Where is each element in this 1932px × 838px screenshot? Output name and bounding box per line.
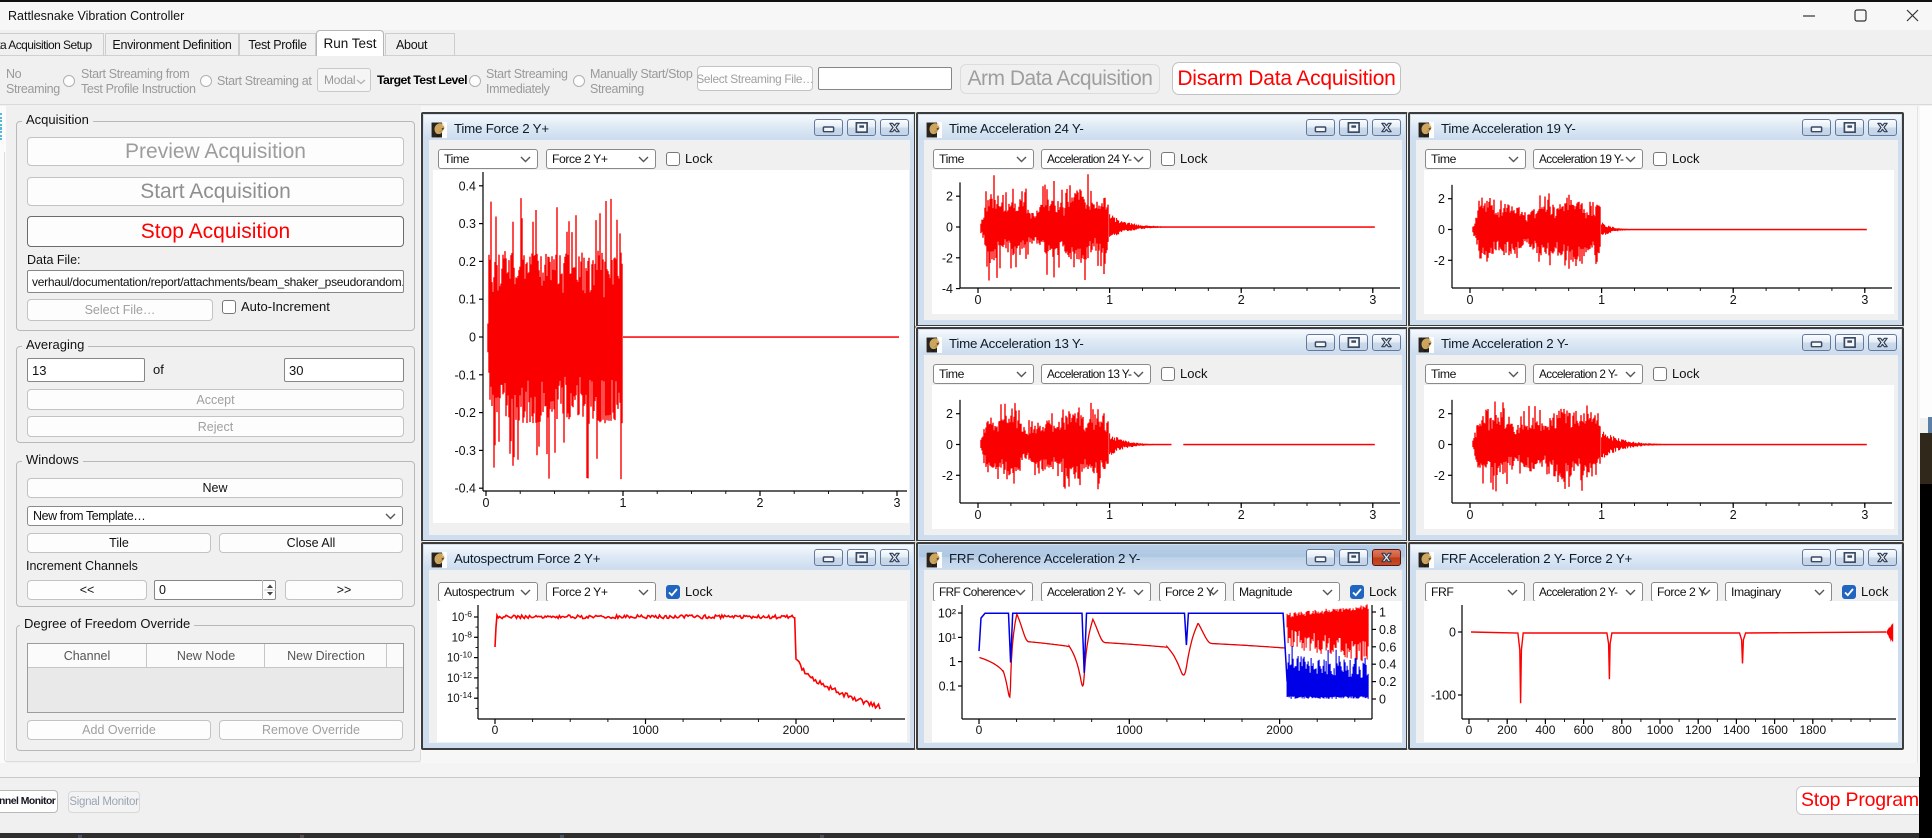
svg-text:10²: 10² (938, 607, 956, 621)
svg-text:0: 0 (469, 331, 476, 345)
svg-text:10¹: 10¹ (938, 631, 956, 645)
svg-text:1200: 1200 (1685, 723, 1712, 737)
svg-text:1000: 1000 (632, 723, 659, 737)
svg-text:3: 3 (1861, 293, 1868, 307)
svg-text:1600: 1600 (1761, 723, 1788, 737)
svg-text:200: 200 (1497, 723, 1517, 737)
svg-text:-2: -2 (942, 251, 953, 265)
svg-text:0: 0 (1379, 693, 1386, 707)
svg-text:1: 1 (1106, 508, 1113, 522)
svg-text:0: 0 (492, 723, 499, 737)
svg-text:-2: -2 (1434, 254, 1445, 268)
svg-text:1: 1 (1106, 293, 1113, 307)
svg-text:0: 0 (946, 221, 953, 235)
svg-text:0.4: 0.4 (1379, 658, 1396, 672)
svg-text:0.3: 0.3 (459, 217, 476, 231)
svg-text:-0.1: -0.1 (454, 368, 476, 382)
svg-text:2: 2 (1238, 293, 1245, 307)
svg-text:3: 3 (1861, 508, 1868, 522)
svg-text:0: 0 (975, 508, 982, 522)
svg-text:2000: 2000 (1266, 723, 1293, 737)
svg-text:0.8: 0.8 (1379, 623, 1396, 637)
svg-text:-2: -2 (1434, 469, 1445, 483)
svg-text:1: 1 (620, 496, 627, 510)
svg-text:1: 1 (1598, 508, 1605, 522)
svg-text:3: 3 (1369, 508, 1376, 522)
svg-text:2000: 2000 (783, 723, 810, 737)
svg-text:-0.4: -0.4 (454, 482, 476, 496)
svg-text:2: 2 (1730, 508, 1737, 522)
svg-text:2: 2 (1238, 508, 1245, 522)
svg-text:2: 2 (1438, 192, 1445, 206)
svg-text:3: 3 (894, 496, 901, 510)
svg-text:0: 0 (1467, 508, 1474, 522)
svg-text:1: 1 (949, 655, 956, 669)
svg-text:0: 0 (1467, 293, 1474, 307)
svg-text:2: 2 (1730, 293, 1737, 307)
svg-text:600: 600 (1574, 723, 1594, 737)
svg-text:0.6: 0.6 (1379, 640, 1396, 654)
svg-text:0: 0 (1438, 223, 1445, 237)
svg-text:0: 0 (483, 496, 490, 510)
svg-text:0: 0 (946, 438, 953, 452)
svg-text:-100: -100 (1431, 689, 1456, 703)
svg-text:-2: -2 (942, 469, 953, 483)
svg-text:0: 0 (1438, 438, 1445, 452)
svg-text:2: 2 (1438, 407, 1445, 421)
svg-text:1000: 1000 (1647, 723, 1674, 737)
svg-text:0: 0 (976, 723, 983, 737)
svg-text:-0.2: -0.2 (454, 406, 476, 420)
svg-text:0.4: 0.4 (459, 179, 476, 193)
svg-text:2: 2 (757, 496, 764, 510)
svg-text:0: 0 (1466, 723, 1473, 737)
svg-text:-4: -4 (942, 282, 953, 296)
svg-text:1: 1 (1379, 606, 1386, 620)
svg-text:2: 2 (946, 190, 953, 204)
svg-text:0: 0 (1449, 626, 1456, 640)
svg-text:400: 400 (1535, 723, 1555, 737)
svg-text:0.2: 0.2 (1379, 675, 1396, 689)
svg-text:1000: 1000 (1116, 723, 1143, 737)
svg-text:800: 800 (1612, 723, 1632, 737)
svg-text:2: 2 (946, 407, 953, 421)
svg-text:0.2: 0.2 (459, 255, 476, 269)
svg-text:-0.3: -0.3 (454, 444, 476, 458)
svg-text:1800: 1800 (1799, 723, 1826, 737)
svg-text:0.1: 0.1 (939, 680, 956, 694)
svg-text:0: 0 (975, 293, 982, 307)
svg-text:3: 3 (1369, 293, 1376, 307)
svg-text:1: 1 (1598, 293, 1605, 307)
svg-text:0.1: 0.1 (459, 293, 476, 307)
svg-text:1400: 1400 (1723, 723, 1750, 737)
